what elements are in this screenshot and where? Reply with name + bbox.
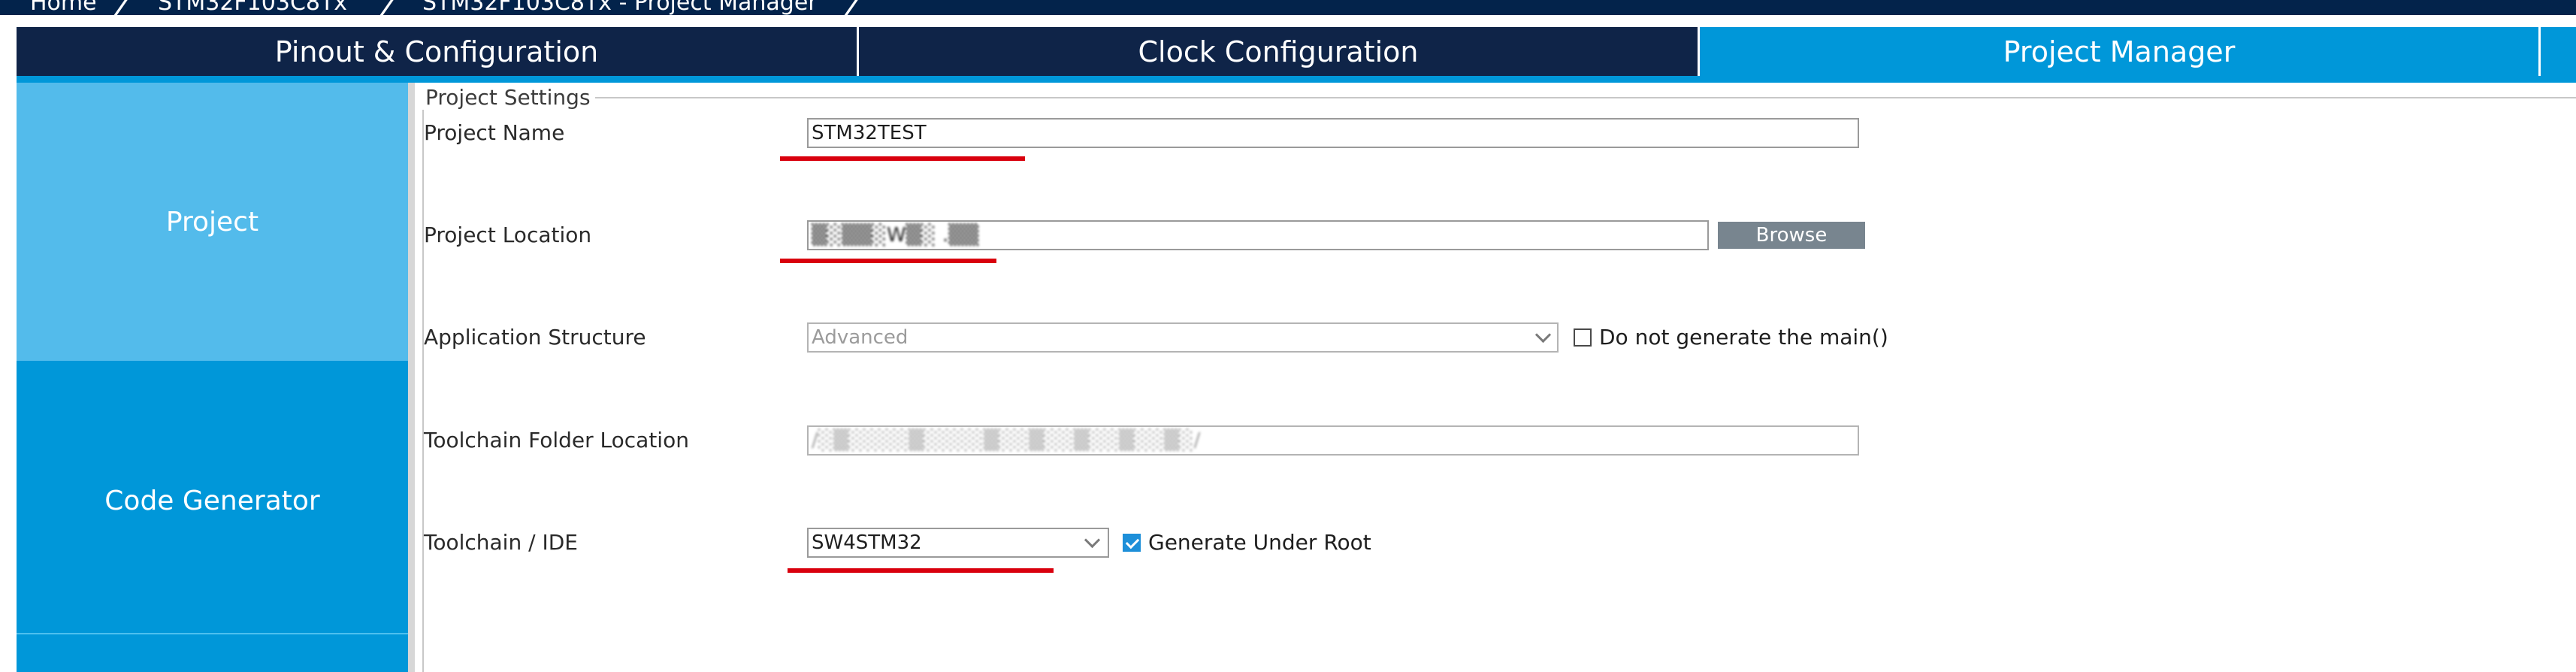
toolchain-ide-label: Toolchain / IDE: [424, 530, 578, 555]
project-location-input[interactable]: ▒░▒▒░W▒░ .▒▒: [807, 220, 1709, 250]
checkmark-icon: [1125, 534, 1140, 549]
application-structure-select[interactable]: Advanced: [807, 322, 1559, 353]
tab-pinout-configuration[interactable]: Pinout & Configuration: [17, 27, 857, 76]
tab-underline: [17, 76, 2576, 83]
sidebar-border: [408, 83, 415, 672]
sidebar-item-code-generator[interactable]: Code Generator: [17, 361, 408, 640]
sidebar-item-advanced-settings[interactable]: [17, 640, 408, 672]
fieldset-border-top: [422, 97, 2576, 98]
tab-project-manager[interactable]: Project Manager: [1700, 27, 2538, 76]
sidebar-item-project[interactable]: Project: [17, 83, 408, 361]
project-manager-sidebar: Project Code Generator: [17, 83, 408, 672]
left-margin: [0, 27, 17, 672]
toolchain-ide-select[interactable]: SW4STM32: [807, 528, 1109, 558]
do-not-generate-main-checkbox[interactable]: [1574, 328, 1592, 347]
annotation-underline: [780, 259, 996, 263]
sidebar-divider: [17, 633, 408, 634]
generate-under-root-checkbox[interactable]: [1123, 534, 1141, 552]
toolchain-folder-label: Toolchain Folder Location: [424, 428, 689, 453]
browse-button[interactable]: Browse: [1718, 222, 1865, 249]
tab-tools[interactable]: [2541, 27, 2576, 76]
toolchain-folder-input[interactable]: /░▒░░░░▒░░░░▒░░▒░░▒░░▒░░▒░/: [807, 425, 1859, 456]
main-tab-bar: Pinout & Configuration Clock Configurati…: [17, 27, 2576, 76]
breadcrumb-separator: [841, 0, 860, 15]
breadcrumb-separator: [376, 0, 396, 15]
project-location-value: ▒░▒▒░W▒░ .▒▒: [812, 224, 979, 247]
project-name-label: Project Name: [424, 120, 565, 145]
tab-clock-configuration[interactable]: Clock Configuration: [859, 27, 1698, 76]
breadcrumb-home[interactable]: Home: [30, 0, 97, 15]
annotation-underline: [780, 156, 1025, 161]
breadcrumb-project-manager[interactable]: STM32F103C8Tx - Project Manager: [422, 0, 818, 15]
breadcrumb-separator: [110, 0, 130, 15]
do-not-generate-main-label: Do not generate the main(): [1599, 325, 1888, 350]
breadcrumb: Home STM32F103C8Tx STM32F103C8Tx - Proje…: [0, 0, 2576, 15]
fieldset-border-left: [422, 97, 424, 672]
breadcrumb-device[interactable]: STM32F103C8Tx: [158, 0, 347, 15]
annotation-underline: [788, 568, 1054, 573]
project-name-input[interactable]: STM32TEST: [807, 118, 1859, 148]
toolchain-folder-value: /░▒░░░░▒░░░░▒░░▒░░▒░░▒░░▒░/: [812, 429, 1201, 452]
generate-under-root-label: Generate Under Root: [1148, 530, 1371, 555]
project-settings-legend: Project Settings: [421, 85, 595, 110]
application-structure-label: Application Structure: [424, 325, 646, 350]
project-location-label: Project Location: [424, 222, 592, 247]
